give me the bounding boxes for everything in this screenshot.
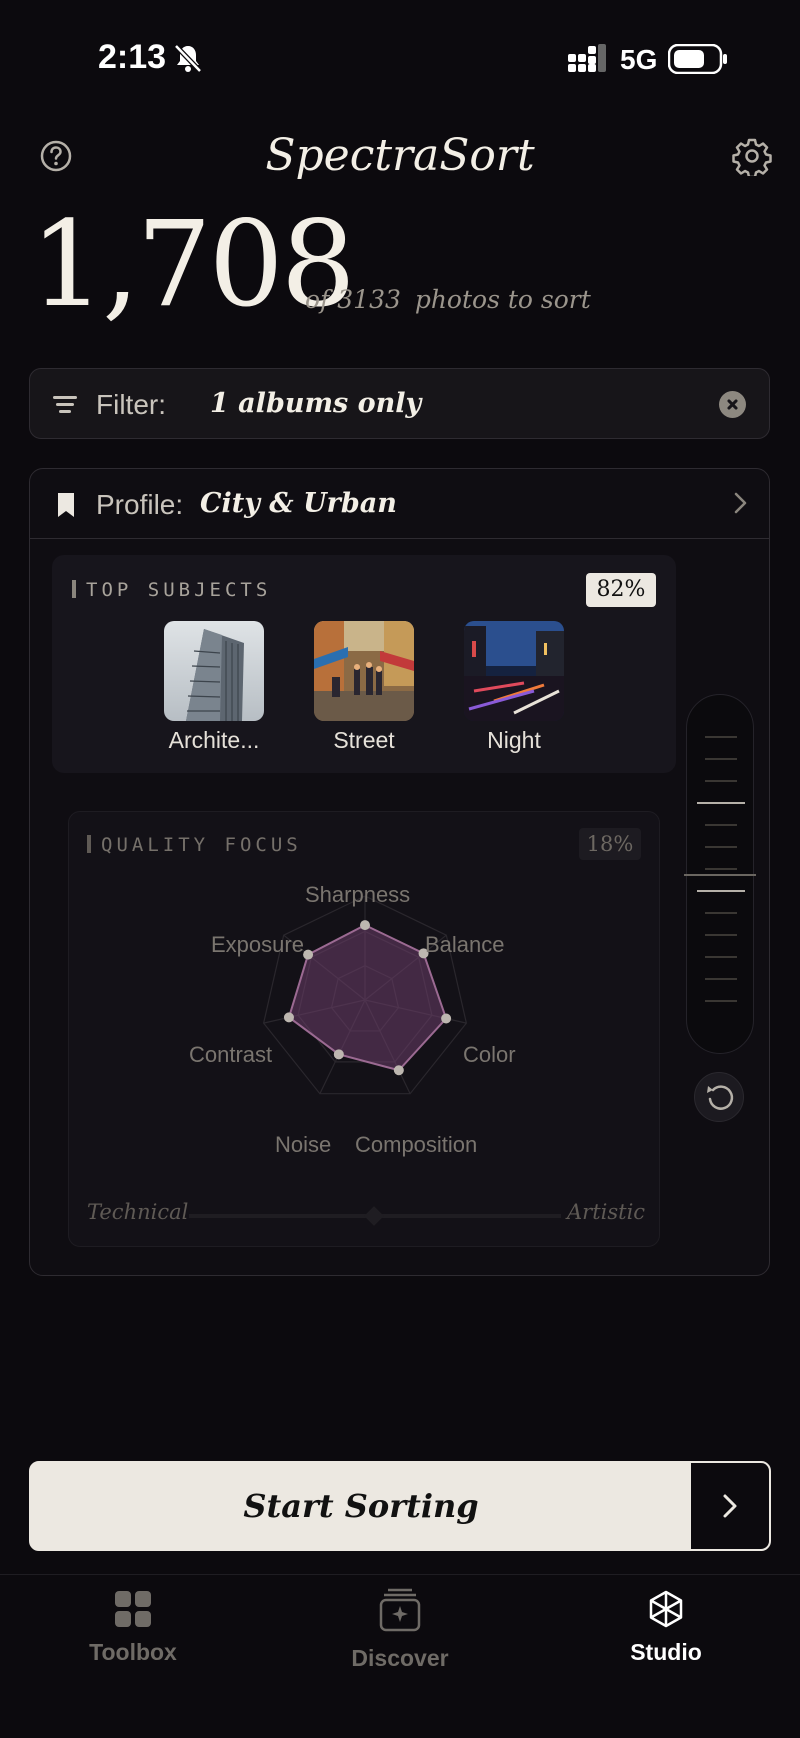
top-subjects-title: TOP SUBJECTS: [72, 579, 271, 601]
reset-rotate-icon: [707, 1085, 734, 1110]
bookmark-icon: [58, 493, 74, 517]
radar-label-balance: Balance: [425, 932, 505, 957]
profile-selector[interactable]: Profile: City & Urban: [30, 469, 769, 539]
subject-label: Night: [487, 727, 541, 753]
chevron-right-icon: [723, 1494, 737, 1518]
stack-sparkle-icon: [379, 1588, 421, 1632]
reset-button[interactable]: [694, 1072, 744, 1122]
profile-value: City & Urban: [200, 488, 397, 519]
tab-discover[interactable]: Discover: [300, 1587, 500, 1672]
tab-studio[interactable]: Studio: [566, 1589, 766, 1666]
tab-label: Studio: [630, 1639, 702, 1665]
slider-position-marker: [684, 874, 756, 876]
status-time: 2:13: [98, 38, 167, 76]
radar-point: [303, 949, 314, 960]
radar-label-noise: Noise: [275, 1132, 332, 1157]
network-type: 5G: [620, 44, 658, 75]
focus-balance-slider[interactable]: [189, 1206, 561, 1226]
start-sorting-button[interactable]: Start Sorting: [29, 1461, 771, 1551]
aperture-icon: [649, 1590, 683, 1628]
top-subjects-card: TOP SUBJECTS 82% Archite... Street Night: [52, 555, 676, 773]
filter-label: Filter:: [96, 389, 166, 420]
count-suffix: photos to sort: [414, 285, 591, 314]
profile-card: Profile: City & Urban TOP SUBJECTS 82% A…: [29, 468, 770, 1276]
tab-toolbox[interactable]: Toolbox: [33, 1589, 233, 1666]
artistic-label: Artistic: [567, 1200, 646, 1224]
radar-point: [360, 920, 370, 931]
night-thumbnail: [464, 621, 564, 721]
start-arrow-button[interactable]: [691, 1463, 769, 1549]
subject-label: Archite...: [168, 727, 260, 753]
radar-point: [333, 1049, 344, 1060]
profile-label: Profile:: [96, 489, 184, 520]
bell-muted-icon: [174, 44, 202, 73]
battery-icon: [668, 44, 727, 74]
status-bar: 2:13 5G: [0, 0, 800, 118]
start-sorting-label: Start Sorting: [243, 1487, 479, 1525]
subject-label: Street: [333, 727, 395, 753]
cellular-signal-icon: [568, 44, 606, 72]
subject-night[interactable]: Night: [464, 621, 564, 754]
top-subjects-percent: 82%: [586, 573, 656, 607]
tab-label: Toolbox: [89, 1639, 177, 1665]
subject-architecture[interactable]: Archite...: [164, 621, 264, 754]
settings-gear-icon[interactable]: [732, 136, 772, 176]
radar-point: [283, 1012, 294, 1023]
grid-icon: [115, 1591, 151, 1627]
radar-label-composition: Composition: [355, 1132, 478, 1157]
filter-value: 1 albums only: [210, 388, 422, 419]
clear-filter-icon[interactable]: [719, 391, 746, 418]
quality-focus-card: QUALITY FOCUS 18% Sharpness Balance Colo…: [68, 811, 660, 1247]
radar-value-polygon: [287, 924, 448, 1072]
chevron-right-icon: [734, 492, 747, 514]
app-title: SpectraSort: [265, 130, 535, 181]
radar-label-color: Color: [463, 1042, 516, 1067]
total-count: of 3133: [305, 285, 401, 314]
radar-label-sharpness: Sharpness: [305, 882, 411, 907]
quality-radar-chart: [262, 895, 468, 1095]
radar-point: [393, 1065, 404, 1076]
filter-lines-icon: [53, 396, 77, 413]
filter-bar[interactable]: Filter: 1 albums only: [29, 368, 770, 439]
radar-label-contrast: Contrast: [189, 1042, 273, 1067]
photo-count-subtitle: of 3133 photos to sort: [305, 285, 597, 314]
tab-label: Discover: [351, 1645, 449, 1671]
tab-bar: Toolbox Discover Studio: [0, 1574, 800, 1738]
subject-street[interactable]: Street: [314, 621, 414, 754]
technical-label: Technical: [87, 1200, 189, 1224]
radar-label-exposure: Exposure: [211, 932, 304, 957]
street-thumbnail: [314, 621, 414, 721]
radar-point: [441, 1013, 452, 1024]
architecture-thumbnail: [164, 621, 264, 721]
